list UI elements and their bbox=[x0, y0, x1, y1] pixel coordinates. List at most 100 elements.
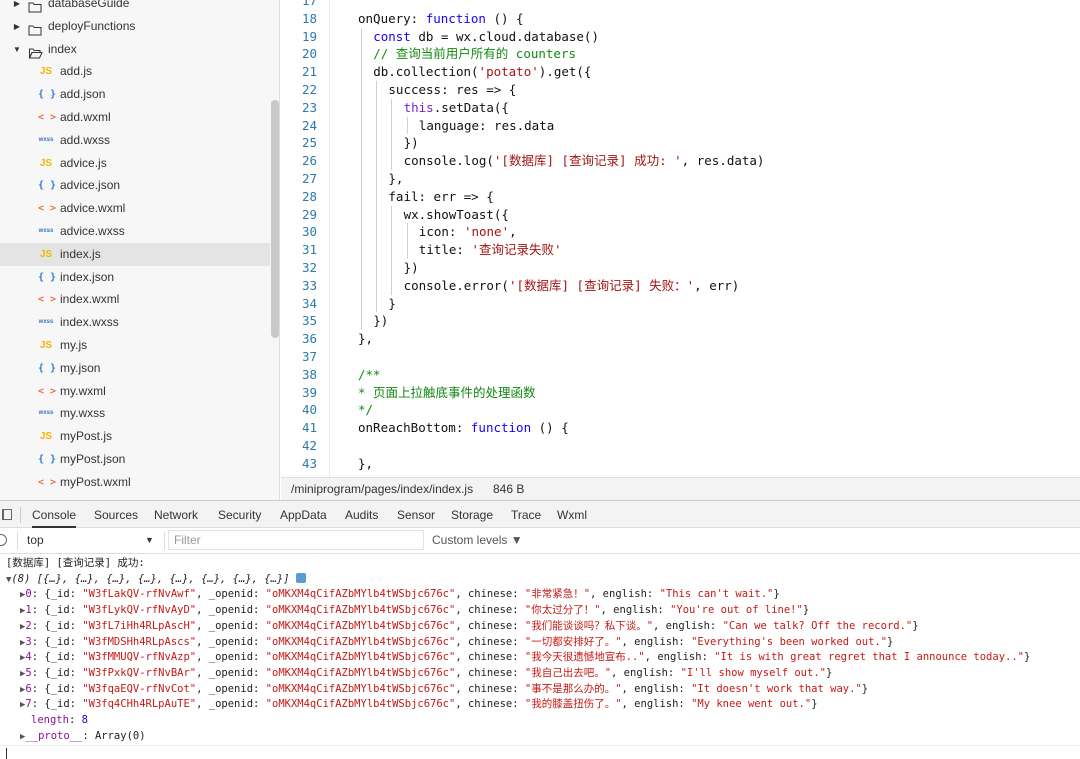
code-token: , err) bbox=[694, 277, 740, 293]
tree-folder-deployFunctions[interactable]: ▶ deployFunctions bbox=[0, 15, 270, 38]
line-number: 26 bbox=[301, 153, 317, 169]
code-line[interactable]: * 页面上拉触底事件的处理函数 bbox=[358, 384, 536, 402]
code-line[interactable]: }, bbox=[388, 170, 403, 188]
tree-file[interactable]: { } myPost.json bbox=[0, 448, 270, 471]
tree-file[interactable]: wxss my.wxss bbox=[0, 402, 270, 425]
tab-sources[interactable]: Sources bbox=[94, 501, 138, 528]
custom-levels-dropdown[interactable]: Custom levels ▼ bbox=[432, 528, 523, 553]
console-token: "oMKXM4qCifAZbMYlb4tWSbjc676c" bbox=[265, 604, 456, 617]
tree-file[interactable]: < > my.wxml bbox=[0, 380, 270, 403]
code-line[interactable]: this.setData({ bbox=[404, 99, 509, 117]
code-line[interactable]: console.error('[数据库] [查询记录] 失败：', err) bbox=[404, 277, 740, 295]
code-line[interactable]: language: res.data bbox=[419, 117, 554, 135]
context-dropdown-icon[interactable]: ▼ bbox=[145, 528, 154, 553]
tree-file[interactable]: JS index.js bbox=[0, 242, 270, 266]
tab-console[interactable]: Console bbox=[32, 501, 77, 528]
inspect-icon[interactable] bbox=[2, 509, 12, 520]
console-array-entry[interactable]: ▶5: {_id: "W3fPxkQV-rfNvBAr", _openid: "… bbox=[20, 666, 832, 682]
tree-file[interactable]: < > myPost.wxml bbox=[0, 471, 270, 494]
line-number: 38 bbox=[301, 366, 317, 382]
code-line[interactable]: } bbox=[388, 295, 396, 313]
code-line[interactable]: success: res => { bbox=[388, 81, 516, 99]
tree-folder-index[interactable]: ▼ index bbox=[0, 38, 270, 61]
caret-down-icon[interactable]: ▼ bbox=[12, 38, 22, 61]
tree-file[interactable]: < > add.wxml bbox=[0, 106, 270, 129]
tree-file[interactable]: < > index.wxml bbox=[0, 288, 270, 311]
console-array-length[interactable]: length: 8 bbox=[31, 713, 88, 729]
tab-security[interactable]: Security bbox=[218, 501, 261, 528]
tree-file[interactable]: JS my.js bbox=[0, 334, 270, 357]
code-line[interactable]: onQuery: function () { bbox=[358, 10, 524, 28]
code-line[interactable]: }) bbox=[404, 134, 419, 152]
console-array-summary[interactable]: ▼(8) [{…}, {…}, {…}, {…}, {…}, {…}, {…},… bbox=[6, 572, 306, 588]
line-number: 32 bbox=[301, 260, 317, 275]
tree-file[interactable]: { } my.json bbox=[0, 357, 270, 380]
tree-file[interactable]: { } index.json bbox=[0, 266, 270, 289]
code-token: */ bbox=[358, 402, 374, 418]
code-line[interactable]: }) bbox=[373, 312, 388, 330]
context-select[interactable]: top bbox=[27, 528, 44, 553]
code-line[interactable]: */ bbox=[358, 401, 373, 419]
code-line[interactable]: wx.showToast({ bbox=[404, 206, 509, 224]
code-token: '[数据库] [查询记录] 失败：' bbox=[508, 277, 695, 293]
tree-file[interactable]: wxss index.wxss bbox=[0, 311, 270, 334]
console-array-entry[interactable]: ▶0: {_id: "W3fLakQV-rfNvAwf", _openid: "… bbox=[20, 587, 780, 603]
console-array-entry[interactable]: ▶6: {_id: "W3fqaEQV-rfNvCot", _openid: "… bbox=[20, 682, 868, 698]
tree-file[interactable]: { } advice.json bbox=[0, 174, 270, 197]
console-array-proto[interactable]: ▶__proto__: Array(0) bbox=[20, 729, 146, 745]
console-array-entry[interactable]: ▶3: {_id: "W3fMDSHh4RLpAscs", _openid: "… bbox=[20, 635, 893, 651]
tree-file[interactable]: JS myPost.js bbox=[0, 425, 270, 448]
code-line[interactable]: const db = wx.cloud.database() bbox=[373, 28, 599, 46]
code-editor[interactable]: 17 18 onQuery: function () {19 const db = w… bbox=[281, 0, 1080, 477]
code-line[interactable]: }, bbox=[358, 455, 373, 473]
tab-wxml[interactable]: Wxml bbox=[557, 501, 587, 528]
code-line[interactable]: // 查询当前用户所有的 counters bbox=[373, 45, 576, 63]
tab-trace[interactable]: Trace bbox=[511, 501, 541, 528]
console-log-message[interactable]: [数据库] [查询记录] 成功: bbox=[6, 556, 145, 572]
console-token: "事不是那么办的。" bbox=[524, 682, 622, 695]
tree-scrollbar[interactable] bbox=[271, 100, 279, 338]
code-line[interactable]: db.collection('potato').get({ bbox=[373, 63, 591, 81]
tab-sensor[interactable]: Sensor bbox=[397, 501, 435, 528]
tab-network[interactable]: Network bbox=[154, 501, 198, 528]
tree-folder-databaseGuide[interactable]: ▶ databaseGuide bbox=[0, 0, 270, 15]
console-token: _id: bbox=[50, 619, 83, 632]
console-input[interactable] bbox=[6, 748, 7, 759]
js-file-icon: JS bbox=[39, 431, 53, 443]
indent-guide bbox=[361, 27, 362, 46]
tab-storage[interactable]: Storage bbox=[451, 501, 493, 528]
console-array-entry[interactable]: ▶2: {_id: "W3fL7iHh4RLpAscH", _openid: "… bbox=[20, 619, 919, 635]
console-token: : Array(0) bbox=[82, 729, 146, 742]
clear-console-icon[interactable] bbox=[0, 534, 7, 546]
console-token: , chinese: bbox=[455, 635, 525, 648]
code-line[interactable]: title: '查询记录失败' bbox=[419, 241, 562, 259]
tree-file[interactable]: JS advice.js bbox=[0, 152, 270, 175]
code-line[interactable]: fail: err => { bbox=[388, 188, 493, 206]
code-line[interactable]: onReachBottom: function () { bbox=[358, 419, 569, 437]
console-array-entry[interactable]: ▶7: {_id: "W3fq4CHh4RLpAuTE", _openid: "… bbox=[20, 697, 818, 713]
indent-guide bbox=[391, 98, 393, 117]
indent-guide bbox=[361, 45, 362, 64]
tree-file[interactable]: JS add.js bbox=[0, 60, 270, 83]
tree-file[interactable]: < > advice.wxml bbox=[0, 197, 270, 220]
code-line[interactable]: /** bbox=[358, 366, 381, 384]
tree-file[interactable]: { } add.json bbox=[0, 83, 270, 106]
code-line[interactable]: }, bbox=[358, 330, 373, 348]
info-badge-icon[interactable] bbox=[295, 572, 306, 583]
caret-right-icon[interactable]: ▶ bbox=[12, 0, 22, 15]
json-file-icon: { } bbox=[38, 271, 57, 283]
tree-file[interactable]: wxss advice.wxss bbox=[0, 220, 270, 243]
console-token: _id: bbox=[50, 635, 83, 648]
console-array-entry[interactable]: ▶1: {_id: "W3fLykQV-rfNvAyD", _openid: "… bbox=[20, 603, 809, 619]
caret-right-icon[interactable]: ▶ bbox=[12, 15, 22, 38]
code-line[interactable]: icon: 'none', bbox=[419, 223, 517, 241]
console-array-entry[interactable]: ▶4: {_id: "W3fMMUQV-rfNvAzp", _openid: "… bbox=[20, 650, 1030, 666]
console-token: _id: bbox=[50, 682, 83, 695]
tab-audits[interactable]: Audits bbox=[345, 501, 378, 528]
json-file-icon: { } bbox=[38, 180, 57, 192]
tab-appdata[interactable]: AppData bbox=[280, 501, 327, 528]
filter-input[interactable]: Filter bbox=[168, 530, 424, 550]
code-line[interactable]: }) bbox=[404, 259, 419, 277]
tree-file[interactable]: wxss add.wxss bbox=[0, 129, 270, 152]
code-line[interactable]: console.log('[数据库] [查询记录] 成功: ', res.dat… bbox=[404, 152, 765, 170]
